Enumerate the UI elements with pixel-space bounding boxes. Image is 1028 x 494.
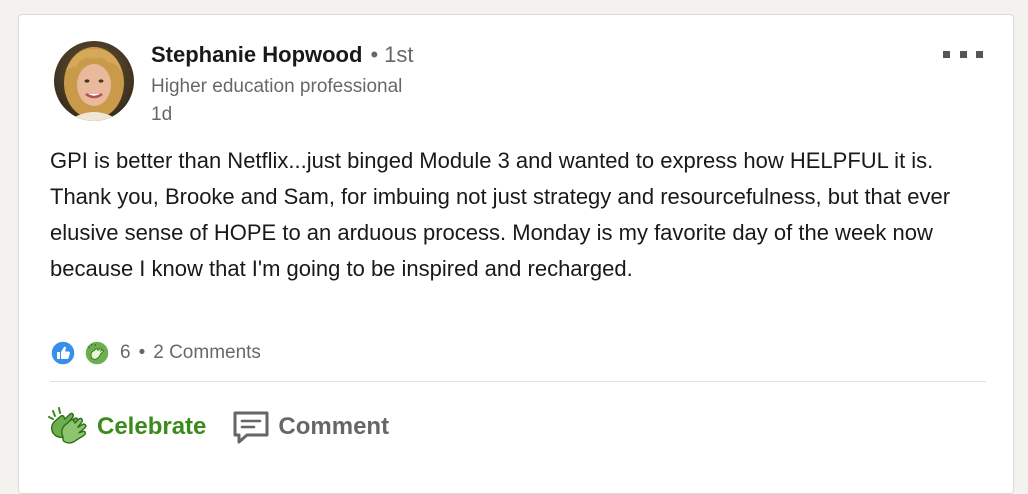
comment-button[interactable]: Comment <box>232 409 389 445</box>
celebrate-reaction-icon <box>84 340 110 366</box>
post-actions-bar: Celebrate Comment <box>47 407 389 447</box>
social-counts[interactable]: 6 • 2 Comments <box>50 340 261 366</box>
celebrate-button[interactable]: Celebrate <box>47 407 206 447</box>
author-name[interactable]: Stephanie Hopwood <box>151 42 362 67</box>
feed-post-card: Stephanie Hopwood • 1st Higher education p… <box>18 14 1014 494</box>
avatar-image <box>54 41 134 121</box>
reaction-count[interactable]: 6 <box>120 342 131 364</box>
count-separator: • <box>138 342 146 363</box>
post-body: GPI is better than Netflix...just binged… <box>50 148 951 281</box>
degree-separator: • <box>370 42 379 67</box>
more-options-button[interactable] <box>943 47 983 61</box>
more-dot-icon <box>976 50 983 58</box>
avatar[interactable] <box>54 41 134 121</box>
post-timestamp: 1d <box>151 104 173 125</box>
more-dot-icon <box>943 50 950 58</box>
comment-icon <box>233 411 269 444</box>
comment-label: Comment <box>278 413 390 440</box>
author-info: Stephanie Hopwood • 1st <box>151 42 414 68</box>
like-reaction-icon <box>50 340 76 366</box>
celebrate-label: Celebrate <box>97 413 207 440</box>
comments-count-link[interactable]: 2 Comments <box>153 342 261 364</box>
divider <box>50 381 986 382</box>
connection-degree: 1st <box>384 42 414 67</box>
celebrate-icon <box>48 407 87 444</box>
author-headline: Higher education professional <box>151 76 403 97</box>
more-dot-icon <box>959 50 967 58</box>
